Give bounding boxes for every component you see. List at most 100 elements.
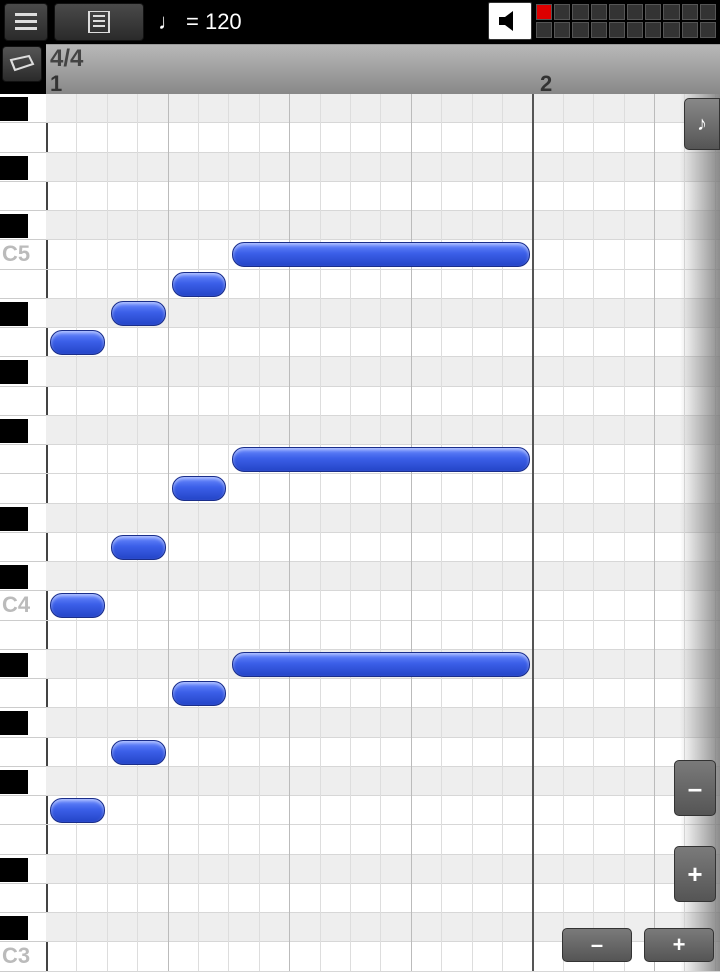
- grid-row[interactable]: [46, 855, 720, 884]
- midi-note[interactable]: [172, 681, 227, 706]
- grid-row[interactable]: [46, 387, 720, 416]
- pattern-cell[interactable]: [554, 4, 570, 20]
- grid-row[interactable]: [46, 94, 720, 123]
- pattern-cell[interactable]: [700, 4, 716, 20]
- piano-key[interactable]: [0, 387, 46, 416]
- piano-black-key[interactable]: [0, 770, 28, 794]
- piano-black-key[interactable]: [0, 507, 28, 531]
- piano-key[interactable]: [0, 270, 46, 299]
- grid-row[interactable]: [46, 562, 720, 591]
- piano-key[interactable]: [0, 182, 46, 211]
- pattern-cell[interactable]: [572, 4, 588, 20]
- piano-key[interactable]: [0, 328, 46, 357]
- piano-key[interactable]: [0, 621, 46, 650]
- pattern-cell[interactable]: [682, 22, 698, 38]
- piano-key[interactable]: [0, 445, 46, 474]
- pattern-cell[interactable]: [627, 4, 643, 20]
- view-list-button[interactable]: [54, 3, 144, 41]
- piano-black-key[interactable]: [0, 419, 28, 443]
- pattern-cell[interactable]: [609, 22, 625, 38]
- grid-row[interactable]: [46, 796, 720, 825]
- grid-row[interactable]: [46, 357, 720, 386]
- pattern-cell[interactable]: [591, 22, 607, 38]
- timeline-ruler[interactable]: 4/4 1 2: [46, 44, 720, 94]
- grid-row[interactable]: [46, 825, 720, 854]
- speaker-button[interactable]: [488, 2, 532, 40]
- grid-row[interactable]: [46, 270, 720, 299]
- grid-row[interactable]: [46, 504, 720, 533]
- piano-key[interactable]: C5: [0, 240, 46, 269]
- pattern-cell[interactable]: [663, 4, 679, 20]
- pattern-selector[interactable]: [536, 4, 716, 38]
- piano-black-key[interactable]: [0, 302, 28, 326]
- midi-note[interactable]: [232, 242, 530, 267]
- piano-black-key[interactable]: [0, 565, 28, 589]
- perspective-button[interactable]: [2, 46, 42, 82]
- grid-row[interactable]: [46, 621, 720, 650]
- piano-key[interactable]: [0, 738, 46, 767]
- midi-note[interactable]: [111, 535, 166, 560]
- midi-note[interactable]: [50, 593, 105, 618]
- vzoom-out-button[interactable]: –: [674, 760, 716, 816]
- midi-note[interactable]: [111, 301, 166, 326]
- piano-key[interactable]: [0, 123, 46, 152]
- grid-row[interactable]: [46, 182, 720, 211]
- pattern-cell[interactable]: [645, 4, 661, 20]
- piano-black-key[interactable]: [0, 916, 28, 940]
- pattern-cell[interactable]: [682, 4, 698, 20]
- piano-key[interactable]: [0, 884, 46, 913]
- pattern-cell[interactable]: [591, 4, 607, 20]
- pattern-cell[interactable]: [700, 22, 716, 38]
- midi-note[interactable]: [172, 476, 227, 501]
- piano-key[interactable]: [0, 533, 46, 562]
- note-palette-tab[interactable]: ♪: [684, 98, 720, 150]
- grid-row[interactable]: [46, 328, 720, 357]
- piano-black-key[interactable]: [0, 360, 28, 384]
- grid-row[interactable]: [46, 153, 720, 182]
- piano-key[interactable]: [0, 796, 46, 825]
- menu-button[interactable]: [4, 3, 48, 41]
- menu-icon: [15, 13, 37, 31]
- pattern-cell[interactable]: [645, 22, 661, 38]
- piano-black-key[interactable]: [0, 97, 28, 121]
- pattern-cell[interactable]: [554, 22, 570, 38]
- piano-key[interactable]: [0, 474, 46, 503]
- midi-note[interactable]: [111, 740, 166, 765]
- piano-key[interactable]: C3: [0, 942, 46, 971]
- piano-key[interactable]: C4: [0, 591, 46, 620]
- piano-black-key[interactable]: [0, 156, 28, 180]
- piano-black-key[interactable]: [0, 858, 28, 882]
- grid-row[interactable]: [46, 591, 720, 620]
- grid-row[interactable]: [46, 679, 720, 708]
- grid-row[interactable]: [46, 416, 720, 445]
- pattern-cell[interactable]: [536, 4, 552, 20]
- sub-line: [441, 94, 442, 971]
- midi-note[interactable]: [50, 330, 105, 355]
- grid-row[interactable]: [46, 211, 720, 240]
- grid-row[interactable]: [46, 123, 720, 152]
- grid-row[interactable]: [46, 708, 720, 737]
- pattern-cell[interactable]: [663, 22, 679, 38]
- piano-key[interactable]: [0, 679, 46, 708]
- midi-note[interactable]: [232, 447, 530, 472]
- note-grid[interactable]: [46, 94, 720, 971]
- piano-black-key[interactable]: [0, 214, 28, 238]
- piano-key[interactable]: [0, 825, 46, 854]
- tempo-display[interactable]: ♩ = 120: [158, 9, 242, 35]
- grid-row[interactable]: [46, 767, 720, 796]
- piano-black-key[interactable]: [0, 653, 28, 677]
- hzoom-in-button[interactable]: +: [644, 928, 714, 962]
- hzoom-out-button[interactable]: –: [562, 928, 632, 962]
- pattern-cell[interactable]: [609, 4, 625, 20]
- grid-row[interactable]: [46, 884, 720, 913]
- midi-note[interactable]: [232, 652, 530, 677]
- pattern-cell[interactable]: [627, 22, 643, 38]
- midi-note[interactable]: [50, 798, 105, 823]
- pattern-cell[interactable]: [536, 22, 552, 38]
- pattern-cell[interactable]: [572, 22, 588, 38]
- piano-keys[interactable]: C5 C4 C3: [0, 94, 46, 971]
- grid-row[interactable]: [46, 474, 720, 503]
- piano-black-key[interactable]: [0, 711, 28, 735]
- midi-note[interactable]: [172, 272, 227, 297]
- vzoom-in-button[interactable]: +: [674, 846, 716, 902]
